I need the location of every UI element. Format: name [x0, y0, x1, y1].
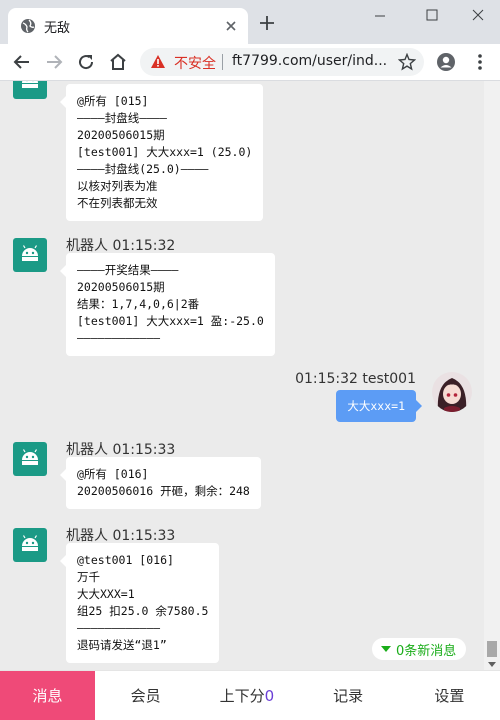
sender-name-self: 01:15:32 test001: [295, 371, 416, 387]
android-icon: [22, 245, 38, 261]
nav-records[interactable]: 记录: [298, 671, 399, 720]
chat-area[interactable]: @所有 [015] ————封盘线———— 20200506015期 [test…: [0, 81, 484, 670]
home-icon[interactable]: [106, 50, 130, 74]
nav-settings[interactable]: 设置: [399, 671, 500, 720]
android-icon: [22, 535, 38, 551]
nav-deposit-withdraw[interactable]: 上下分 0: [196, 671, 297, 720]
chat-bubble-robot: @所有 [016] 20200506016 开砸，剩余：248: [60, 457, 261, 509]
tab-title: 无敌: [44, 21, 71, 36]
chat-bubble-self: 大大xxx=1: [336, 390, 422, 422]
minimize-icon[interactable]: [366, 6, 394, 26]
bottom-nav: 消息 会员 上下分 0 记录 设置: [0, 670, 500, 720]
robot-avatar: [13, 528, 47, 562]
browser-tab-bar: 无敌: [0, 0, 500, 44]
android-icon: [22, 449, 38, 465]
browser-tab[interactable]: 无敌: [8, 8, 248, 44]
new-messages-button[interactable]: 0条新消息: [372, 638, 467, 660]
new-messages-label: 0条新消息: [396, 643, 457, 659]
sender-name: 机器人 01:15:33: [66, 528, 176, 544]
url-text[interactable]: ft7799.com/user/ind...: [232, 53, 387, 69]
android-icon: [22, 81, 38, 88]
chat-bubble-robot: @所有 [015] ————封盘线———— 20200506015期 [test…: [59, 84, 264, 221]
nav-members[interactable]: 会员: [95, 671, 196, 720]
chat-bubble-robot: @test001 [016] 万千 大大XXX=1 组25 扣25.0 余758…: [59, 543, 220, 663]
robot-avatar: [13, 442, 47, 476]
close-tab-icon[interactable]: [222, 17, 240, 35]
address-separator: [222, 54, 223, 70]
chat-bubble-robot: ————开奖结果———— 20200506015期 结果：1,7,4,0,6|2…: [60, 253, 275, 356]
profile-icon[interactable]: [436, 52, 456, 72]
globe-icon: [21, 19, 35, 33]
menu-dots-icon[interactable]: [470, 52, 490, 72]
nav-balance-count: 0: [264, 686, 275, 705]
reload-icon[interactable]: [74, 50, 98, 74]
chevron-down-icon: [381, 646, 391, 652]
close-window-icon[interactable]: [464, 6, 492, 26]
forward-icon[interactable]: [42, 50, 66, 74]
bookmark-star-icon[interactable]: [398, 53, 416, 71]
scrollbar-thumb[interactable]: [487, 641, 497, 657]
browser-toolbar: 不安全 ft7799.com/user/ind...: [0, 44, 500, 80]
anime-girl-avatar-icon: [432, 372, 472, 412]
user-avatar: [432, 372, 472, 412]
scrollbar[interactable]: [484, 81, 500, 670]
robot-avatar: [13, 81, 47, 99]
sender-name: 机器人 01:15:33: [66, 442, 176, 458]
nav-messages[interactable]: 消息: [0, 671, 95, 720]
back-icon[interactable]: [10, 50, 34, 74]
new-tab-icon[interactable]: [258, 14, 276, 32]
scroll-down-arrow-icon[interactable]: [488, 662, 496, 667]
nav-deposit-withdraw-label: 上下分: [219, 687, 265, 705]
maximize-icon[interactable]: [418, 6, 446, 26]
sender-name: 机器人 01:15:32: [66, 238, 176, 254]
warning-icon[interactable]: [150, 54, 166, 70]
insecure-label[interactable]: 不安全: [174, 53, 216, 73]
address-bar[interactable]: 不安全 ft7799.com/user/ind...: [140, 48, 424, 76]
robot-avatar: [13, 238, 47, 272]
